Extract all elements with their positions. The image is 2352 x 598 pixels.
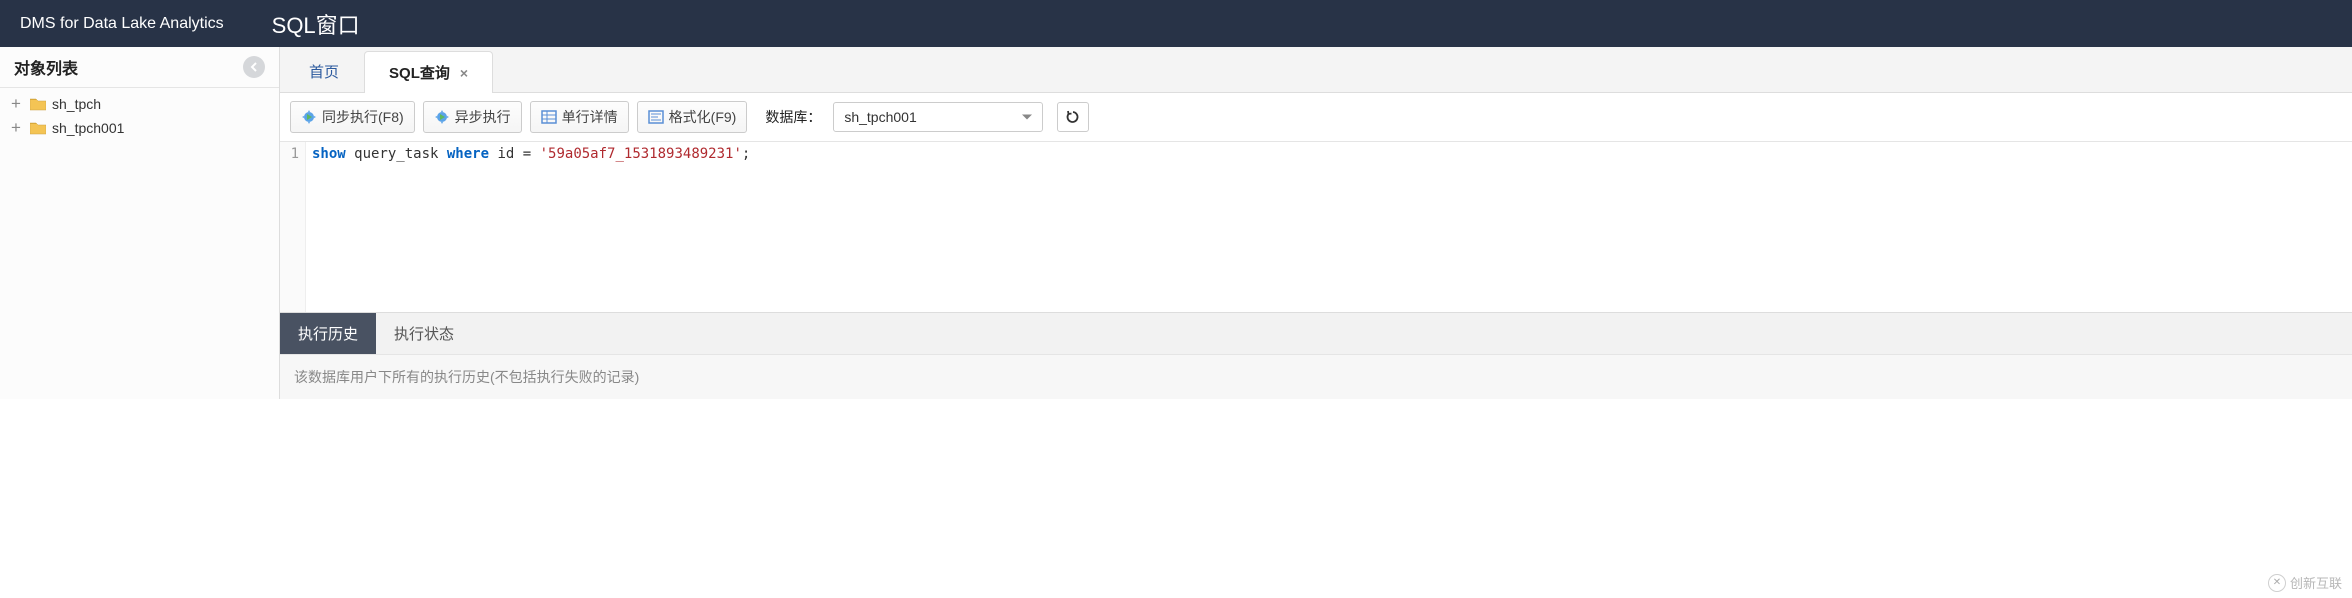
topbar: DMS for Data Lake Analytics SQL窗口 xyxy=(0,0,2352,47)
sidebar-collapse-button[interactable] xyxy=(243,56,265,78)
editor-content[interactable]: show query_task where id = '59a05af7_153… xyxy=(306,142,2352,312)
sql-identifier: query_task xyxy=(346,146,447,162)
sql-editor[interactable]: 1 show query_task where id = '59a05af7_1… xyxy=(280,142,2352,312)
database-selected-value: sh_tpch001 xyxy=(844,109,916,125)
sql-string: '59a05af7_1531893489231' xyxy=(540,146,742,162)
exec-status-tab[interactable]: 执行状态 xyxy=(376,313,472,354)
tab-label: 执行历史 xyxy=(298,326,358,343)
sidebar: 对象列表 + sh_tpch + sh_tpch001 xyxy=(0,47,280,399)
watermark: ✕ 创新互联 xyxy=(2268,573,2342,592)
tab-label: SQL查询 xyxy=(389,62,450,83)
tab-bar: 首页 SQL查询 × xyxy=(280,47,2352,93)
format-button[interactable]: 格式化(F9) xyxy=(637,101,748,133)
database-select[interactable]: sh_tpch001 xyxy=(833,102,1043,132)
folder-icon xyxy=(30,121,46,135)
chevron-left-icon xyxy=(249,62,259,72)
async-execute-button[interactable]: 异步执行 xyxy=(423,101,522,133)
toolbar: 同步执行(F8) 异步执行 单行详情 格式化(F9) 数据库： xyxy=(280,93,2352,142)
expand-icon[interactable]: + xyxy=(10,122,22,134)
page-title: SQL窗口 xyxy=(244,8,388,40)
sidebar-header: 对象列表 xyxy=(0,47,279,88)
brand-label: DMS for Data Lake Analytics xyxy=(0,15,244,33)
expand-icon[interactable]: + xyxy=(10,98,22,110)
gear-run-icon xyxy=(301,109,317,125)
format-icon xyxy=(648,109,664,125)
database-label: 数据库： xyxy=(755,107,825,127)
line-number: 1 xyxy=(280,146,299,162)
button-label: 异步执行 xyxy=(455,107,511,127)
bottom-panel-content: 该数据库用户下所有的执行历史(不包括执行失败的记录) xyxy=(280,354,2352,399)
refresh-icon xyxy=(1065,109,1081,125)
button-label: 同步执行(F8) xyxy=(322,107,404,127)
history-hint: 该数据库用户下所有的执行历史(不包括执行失败的记录) xyxy=(294,369,639,385)
sql-keyword: show xyxy=(312,146,346,162)
tree-item[interactable]: + sh_tpch001 xyxy=(0,116,279,140)
layout: 对象列表 + sh_tpch + sh_tpch001 xyxy=(0,47,2352,399)
tree-item-label: sh_tpch001 xyxy=(52,120,124,136)
main-panel: 首页 SQL查询 × 同步执行(F8) 异步执行 xyxy=(280,47,2352,399)
sql-punct: ; xyxy=(742,146,750,162)
button-label: 格式化(F9) xyxy=(669,107,737,127)
tab-label: 首页 xyxy=(309,61,339,82)
tree-item-label: sh_tpch xyxy=(52,96,101,112)
bottom-tab-bar: 执行历史 执行状态 xyxy=(280,312,2352,354)
object-tree: + sh_tpch + sh_tpch001 xyxy=(0,88,279,144)
tab-label: 执行状态 xyxy=(394,326,454,343)
tab-sql-query[interactable]: SQL查询 × xyxy=(364,51,493,93)
button-label: 单行详情 xyxy=(562,107,618,127)
editor-gutter: 1 xyxy=(280,142,306,312)
row-detail-button[interactable]: 单行详情 xyxy=(530,101,629,133)
sync-execute-button[interactable]: 同步执行(F8) xyxy=(290,101,415,133)
sidebar-title: 对象列表 xyxy=(14,55,78,79)
tab-home[interactable]: 首页 xyxy=(284,50,364,92)
exec-history-tab[interactable]: 执行历史 xyxy=(280,313,376,354)
sql-keyword: where xyxy=(447,146,489,162)
table-icon xyxy=(541,109,557,125)
watermark-icon: ✕ xyxy=(2268,574,2286,592)
watermark-text: 创新互联 xyxy=(2290,573,2342,592)
folder-icon xyxy=(30,97,46,111)
tree-item[interactable]: + sh_tpch xyxy=(0,92,279,116)
sql-identifier: id = xyxy=(489,146,540,162)
gear-run-icon xyxy=(434,109,450,125)
close-icon[interactable]: × xyxy=(460,65,468,81)
refresh-button[interactable] xyxy=(1057,102,1089,132)
